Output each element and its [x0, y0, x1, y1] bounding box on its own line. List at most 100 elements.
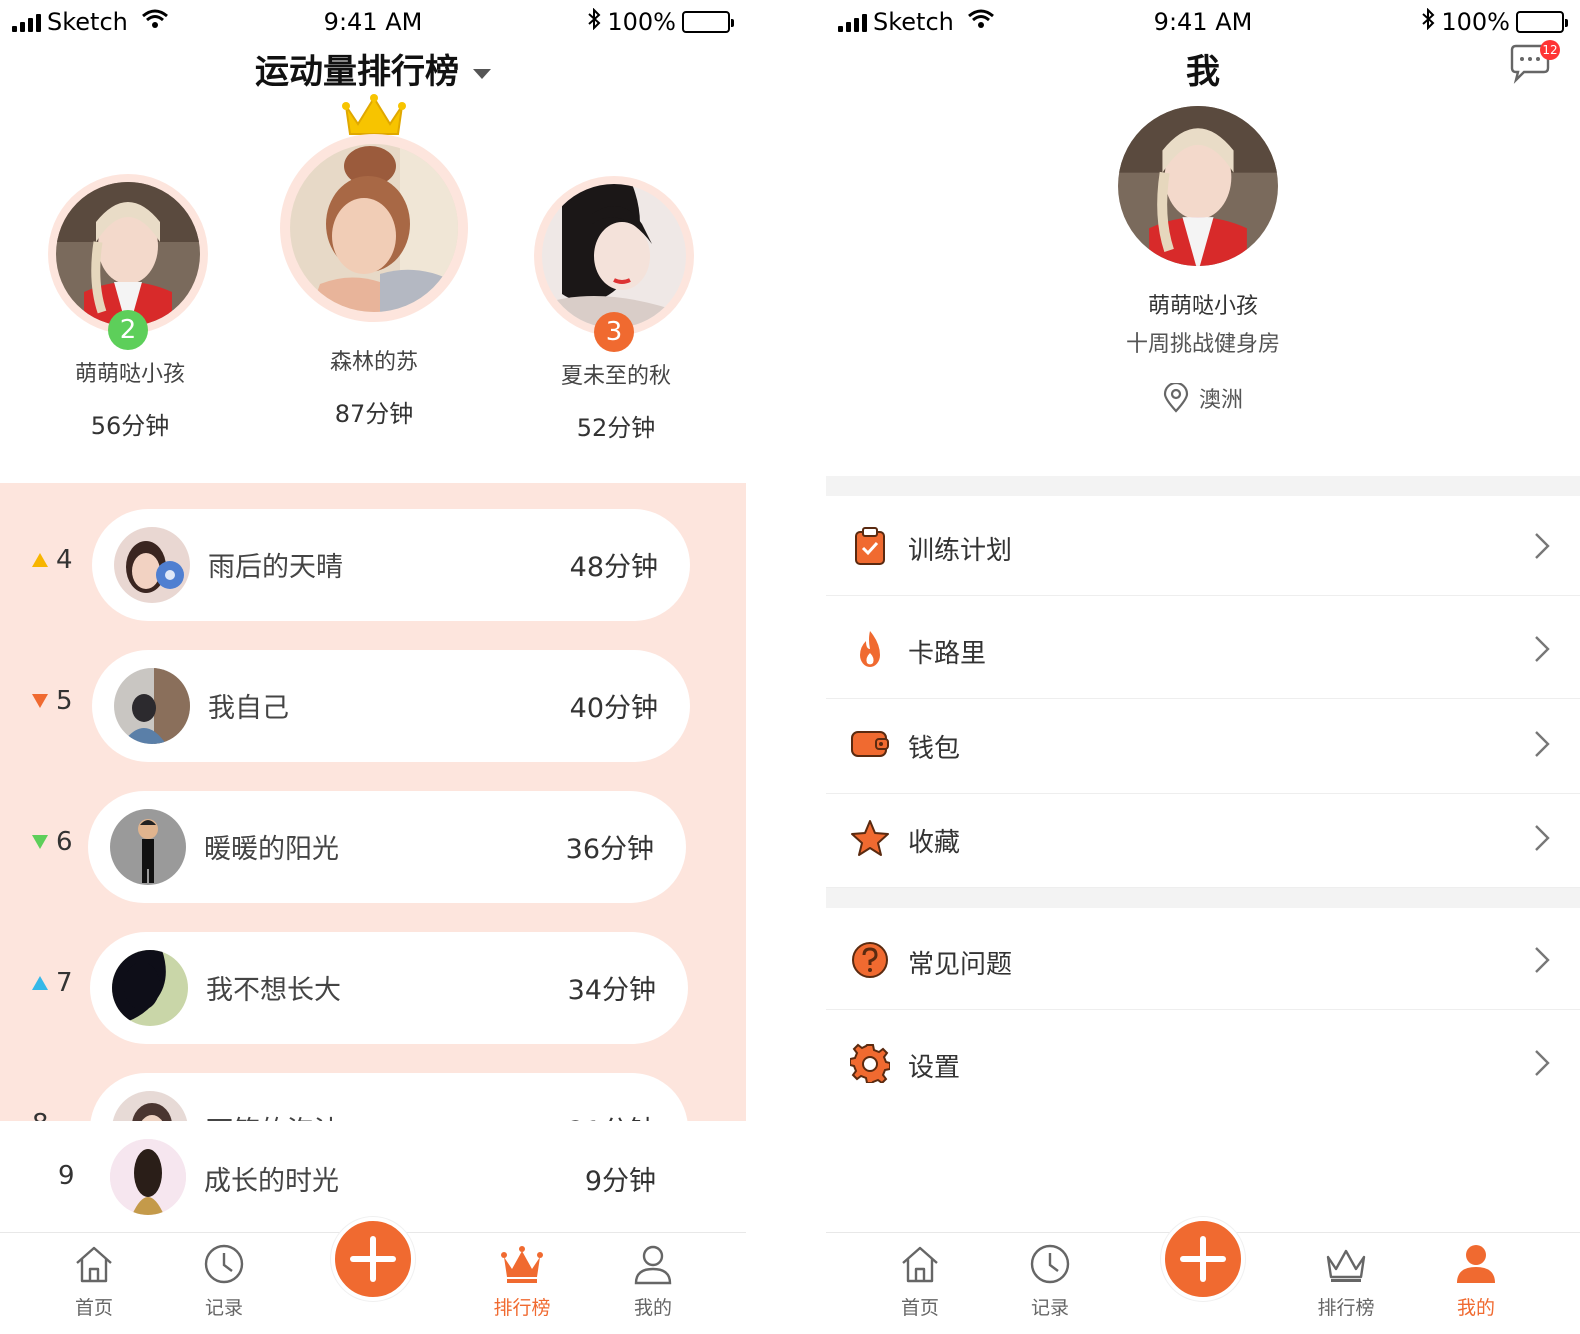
avatar — [114, 668, 190, 744]
ranking-card[interactable]: 我不想长大 34分钟 — [90, 932, 688, 1044]
menu-item-calories[interactable]: 卡路里 — [826, 599, 1580, 699]
crown-icon — [342, 94, 406, 135]
user-name: 雨后的天晴 — [208, 552, 343, 583]
caret-down-icon — [473, 68, 491, 79]
tab-bar: 首页 记录 排行榜 我的 — [826, 1217, 1580, 1334]
avatar — [56, 182, 200, 326]
tab-home[interactable]: 首页 — [44, 1241, 144, 1320]
battery-percent: 100% — [1441, 8, 1510, 36]
message-count-badge: 12 — [1540, 40, 1560, 60]
rank-cell: 7 — [32, 968, 73, 998]
rank-number: 4 — [56, 545, 73, 575]
ranking-card[interactable]: 可笑的泡沫 21分钟 — [90, 1073, 688, 1121]
avatar — [110, 809, 186, 885]
tab-home[interactable]: 首页 — [870, 1241, 970, 1320]
chevron-right-icon — [1535, 1050, 1550, 1076]
bluetooth-icon — [1421, 7, 1435, 36]
user-value: 40分钟 — [569, 693, 658, 724]
avatar — [112, 950, 188, 1026]
chevron-right-icon — [1535, 636, 1550, 662]
chevron-right-icon — [1535, 947, 1550, 973]
chevron-right-icon — [1535, 731, 1550, 757]
avatar — [112, 1091, 188, 1121]
user-name: 暖暖的阳光 — [204, 834, 339, 865]
chevron-right-icon — [1535, 825, 1550, 851]
avatar — [542, 184, 686, 328]
wallet-icon — [851, 731, 889, 757]
rank-cell: 5 — [32, 686, 73, 716]
podium-value: 87分钟 — [334, 400, 414, 428]
tab-mine[interactable]: 我的 — [1426, 1241, 1526, 1320]
page-title: 我 — [1186, 52, 1220, 92]
bluetooth-icon — [587, 7, 601, 36]
status-bar: Sketch 9:41 AM 100% — [0, 0, 746, 44]
tab-label: 记录 — [1030, 1297, 1069, 1319]
tab-label: 首页 — [74, 1297, 113, 1319]
messages-button[interactable]: 12 — [1508, 40, 1560, 84]
profile-name: 萌萌哒小孩 — [1147, 294, 1258, 319]
tab-label: 我的 — [1456, 1297, 1495, 1319]
tab-ranking[interactable]: 排行榜 — [1296, 1241, 1396, 1320]
clock-icon — [204, 1244, 244, 1284]
user-value: 9分钟 — [584, 1166, 656, 1197]
ranking-card[interactable]: 我自己 40分钟 — [92, 650, 690, 762]
rank-cell: 4 — [32, 545, 73, 575]
location-label: 澳洲 — [1198, 388, 1243, 413]
clock-icon — [1030, 1244, 1070, 1284]
add-button[interactable] — [1161, 1217, 1245, 1301]
ranking-row[interactable]: 7 我不想长大 34分钟 — [20, 932, 700, 1044]
ranking-row[interactable]: 8 可笑的泡沫 21分钟 — [20, 1073, 700, 1121]
status-bar: Sketch 9:41 AM 100% — [826, 0, 1580, 44]
profile-avatar[interactable] — [1118, 106, 1278, 266]
podium-name: 夏未至的秋 — [560, 364, 671, 389]
tab-records[interactable]: 记录 — [174, 1241, 274, 1320]
crown-icon — [501, 1246, 543, 1283]
menu-item-training-plan[interactable]: 训练计划 — [826, 496, 1580, 596]
podium-name: 森林的苏 — [329, 350, 418, 375]
rank-cell: 6 — [32, 827, 73, 857]
battery-group: 100% — [1421, 7, 1568, 36]
tab-records[interactable]: 记录 — [1000, 1241, 1100, 1320]
ranking-row[interactable]: 6 暖暖的阳光 36分钟 — [20, 791, 700, 903]
podium-name: 萌萌哒小孩 — [74, 362, 185, 387]
tab-ranking[interactable]: 排行榜 — [472, 1241, 572, 1320]
ranking-list[interactable]: 4 雨后的天晴 48分钟 5 我自己 40分钟 6 暖暖的阳光 36分钟 7 我… — [0, 483, 746, 1121]
add-button[interactable] — [331, 1217, 415, 1301]
podium-third[interactable]: 3 夏未至的秋 52分钟 — [534, 176, 698, 443]
ranking-row[interactable]: 5 我自己 40分钟 — [20, 650, 700, 762]
tab-bar: 首页 记录 排行榜 我的 — [0, 1217, 746, 1334]
tab-label: 排行榜 — [493, 1297, 551, 1319]
avatar — [110, 1139, 186, 1215]
user-value: 36分钟 — [565, 834, 654, 865]
podium-value: 52分钟 — [576, 414, 656, 442]
menu-item-favorites[interactable]: 收藏 — [826, 788, 1580, 888]
star-icon — [851, 820, 889, 856]
podium-second[interactable]: 2 萌萌哒小孩 56分钟 — [48, 174, 212, 441]
menu-item-settings[interactable]: 设置 — [826, 1013, 1580, 1113]
rank-badge: 3 — [594, 312, 634, 352]
chevron-right-icon — [1535, 533, 1550, 559]
podium-first[interactable]: 森林的苏 87分钟 — [280, 94, 468, 429]
page-title: 运动量排行榜 — [255, 52, 459, 92]
profile-screen: Sketch 9:41 AM 100% 我 12 萌萌哒小孩 十周挑战健身房 澳… — [826, 0, 1580, 1334]
avatar — [114, 527, 190, 603]
rank-cell: 8 — [32, 1109, 49, 1121]
menu-label: 收藏 — [908, 828, 961, 858]
rank-number: 8 — [32, 1109, 49, 1121]
leaderboard-title-dropdown[interactable]: 运动量排行榜 — [0, 44, 746, 93]
user-icon — [634, 1245, 672, 1285]
location-pin-icon — [1163, 383, 1189, 413]
ranking-card[interactable]: 暖暖的阳光 36分钟 — [88, 791, 686, 903]
profile-gym: 十周挑战健身房 — [1125, 332, 1280, 357]
menu-item-faq[interactable]: 常见问题 — [826, 910, 1580, 1010]
menu-item-wallet[interactable]: 钱包 — [826, 694, 1580, 794]
menu-label: 卡路里 — [908, 639, 987, 669]
tab-mine[interactable]: 我的 — [603, 1241, 703, 1320]
user-value: 48分钟 — [569, 552, 658, 583]
section-divider — [826, 476, 1580, 496]
ranking-row[interactable]: 4 雨后的天晴 48分钟 — [20, 509, 700, 621]
home-icon — [902, 1246, 938, 1283]
rank-number: 5 — [56, 686, 73, 716]
clipboard-icon — [855, 527, 885, 565]
ranking-card[interactable]: 雨后的天晴 48分钟 — [92, 509, 690, 621]
